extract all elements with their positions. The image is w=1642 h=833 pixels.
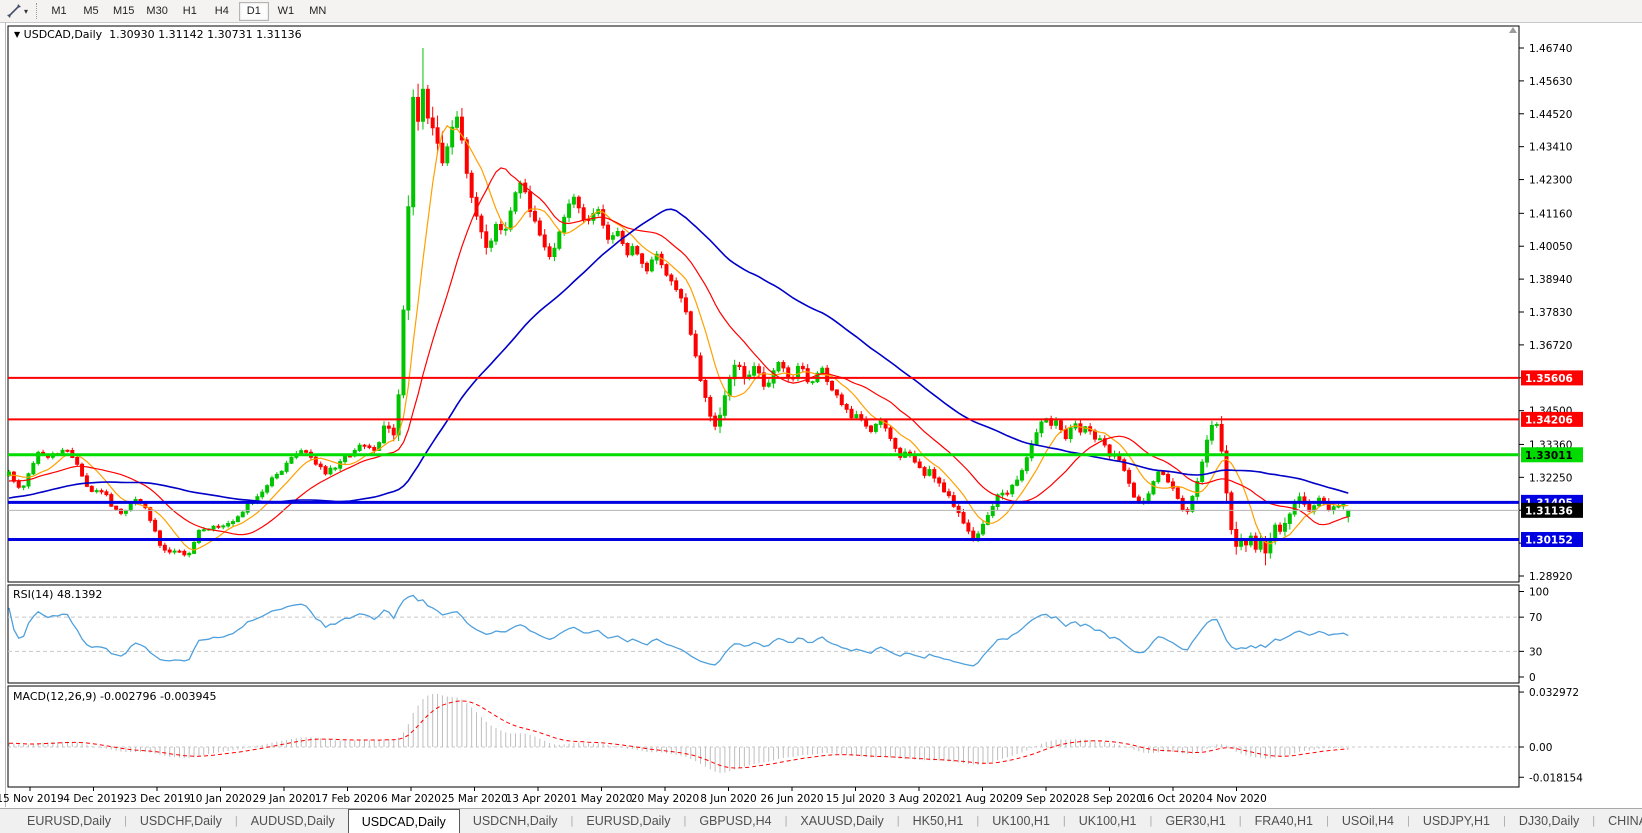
tab-gbpusd-h4[interactable]: GBPUSD,H4 xyxy=(686,809,784,833)
price-level-tag-label: 1.34206 xyxy=(1525,414,1573,426)
price-axis-label: 1.36720 xyxy=(1529,340,1572,352)
date-axis-label: 17 Feb 2020 xyxy=(315,793,380,805)
rsi-axis-label: 30 xyxy=(1529,646,1542,658)
tab-xauusd-daily[interactable]: XAUUSD,Daily xyxy=(787,809,896,833)
tab-dj30-daily[interactable]: DJ30,Daily xyxy=(1506,809,1592,833)
symbol-label: USDCAD,Daily xyxy=(23,28,103,41)
date-axis-label: 15 Nov 2019 xyxy=(0,793,64,805)
tab-hk50-h1[interactable]: HK50,H1 xyxy=(900,809,977,833)
macd-axis-label: 0.032972 xyxy=(1529,687,1579,699)
date-axis-label: 4 Dec 2019 xyxy=(63,793,123,805)
price-axis-label: 1.40050 xyxy=(1529,241,1572,253)
current-price-tag: 1.31136 xyxy=(1521,502,1583,518)
tab-china300-h1[interactable]: CHINA300,H1 xyxy=(1595,809,1642,833)
price-level-tag: 1.34206 xyxy=(1521,411,1583,427)
price-axis-label: 1.37830 xyxy=(1529,307,1572,319)
price-axis-label: 1.28920 xyxy=(1529,571,1572,583)
price-axis-label: 1.42300 xyxy=(1529,175,1572,187)
macd-indicator-label: MACD(12,26,9) -0.002796 -0.003945 xyxy=(13,690,217,703)
tab-eurusd-daily[interactable]: EURUSD,Daily xyxy=(573,809,683,833)
tab-usdchf-daily[interactable]: USDCHF,Daily xyxy=(127,809,235,833)
date-axis-label: 10 Jan 2020 xyxy=(189,793,252,805)
date-axis-label: 4 Nov 2020 xyxy=(1206,793,1267,805)
tab-usdcnh-daily[interactable]: USDCNH,Daily xyxy=(460,809,571,833)
price-axis-label: 1.32250 xyxy=(1529,472,1572,484)
price-level-tag-label: 1.30152 xyxy=(1525,534,1573,546)
date-axis-label: 6 Mar 2020 xyxy=(381,793,441,805)
collapse-triangle-icon[interactable]: ▼ xyxy=(14,30,20,39)
date-axis-label: 13 Apr 2020 xyxy=(506,793,571,805)
chart-title: ▼ USDCAD,Daily 1.30930 1.31142 1.30731 1… xyxy=(14,28,302,41)
date-axis-label: 9 Sep 2020 xyxy=(1016,793,1076,805)
price-level-tag-label: 1.35606 xyxy=(1525,373,1573,385)
date-axis-label: 21 Aug 2020 xyxy=(949,793,1016,805)
date-axis-label: 20 May 2020 xyxy=(631,793,699,805)
date-axis-label: 25 Mar 2020 xyxy=(441,793,508,805)
symbol-tabs: EURUSD,Daily | USDCHF,Daily | AUDUSD,Daily US… xyxy=(14,809,1642,833)
tab-uk100-h1[interactable]: UK100,H1 xyxy=(979,809,1063,833)
rsi-axis-label: 100 xyxy=(1529,587,1549,599)
price-axis-label: 1.38940 xyxy=(1529,274,1572,286)
date-axis-label: 29 Jan 2020 xyxy=(253,793,316,805)
date-axis-label: 26 Jun 2020 xyxy=(760,793,823,805)
rsi-axis-label: 70 xyxy=(1529,612,1542,624)
price-axis-label: 1.43410 xyxy=(1529,142,1572,154)
date-axis-label: 23 Dec 2019 xyxy=(123,793,190,805)
rsi-axis-label: 0 xyxy=(1529,672,1536,684)
current-price-tag-label: 1.31136 xyxy=(1525,505,1573,517)
date-axis-label: 15 Jul 2020 xyxy=(826,793,885,805)
date-axis-label: 3 Aug 2020 xyxy=(889,793,950,805)
price-axis-label: 1.41160 xyxy=(1529,208,1572,220)
rsi-indicator-label: RSI(14) 48.1392 xyxy=(13,588,103,601)
price-axis-label: 1.45630 xyxy=(1529,76,1572,88)
price-level-tag: 1.33011 xyxy=(1521,447,1583,463)
date-axis-label: 1 May 2020 xyxy=(571,793,633,805)
tab-usdcad-daily[interactable]: USDCAD,Daily xyxy=(347,809,460,833)
tab-ger30-h1[interactable]: GER30,H1 xyxy=(1152,809,1238,833)
tab-uk100-h1[interactable]: UK100,H1 xyxy=(1066,809,1150,833)
macd-axis-label: 0.00 xyxy=(1529,742,1552,754)
date-axis-label: 8 Jun 2020 xyxy=(700,793,756,805)
date-axis-label: 28 Sep 2020 xyxy=(1076,793,1143,805)
price-axis-label: 1.44520 xyxy=(1529,109,1572,121)
macd-axis-label: -0.018154 xyxy=(1529,772,1583,784)
mt4-window: ▾ M1 M5 M15 M30 H1 H4 D1 W1 MN 1.46740 1.45630 1.4… xyxy=(0,0,1642,833)
symbol-tab-bar: EURUSD,Daily | USDCHF,Daily | AUDUSD,Daily US… xyxy=(0,808,1642,833)
tab-fra40-h1[interactable]: FRA40,H1 xyxy=(1242,809,1326,833)
price-axis-label: 1.46740 xyxy=(1529,43,1572,55)
tab-usdjpy-h1[interactable]: USDJPY,H1 xyxy=(1410,809,1503,833)
macd-panel xyxy=(7,685,1520,788)
price-level-tag: 1.35606 xyxy=(1521,370,1583,386)
date-axis: 15 Nov 2019 4 Dec 2019 23 Dec 201910 Jan 2… xyxy=(0,787,1267,805)
price-level-tag: 1.30152 xyxy=(1521,531,1583,547)
tab-eurusd-daily[interactable]: EURUSD,Daily xyxy=(14,809,124,833)
tab-usoil-h4[interactable]: USOil,H4 xyxy=(1329,809,1407,833)
date-axis-label: 16 Oct 2020 xyxy=(1141,793,1206,805)
quote-ohlc: 1.30930 1.31142 1.30731 1.31136 xyxy=(109,28,302,41)
price-level-tag-label: 1.33011 xyxy=(1525,450,1573,462)
tab-audusd-daily[interactable]: AUDUSD,Daily xyxy=(238,809,348,833)
chart-canvas[interactable]: 1.46740 1.45630 1.44520 1.43410 1.42300 1.411… xyxy=(0,0,1642,833)
